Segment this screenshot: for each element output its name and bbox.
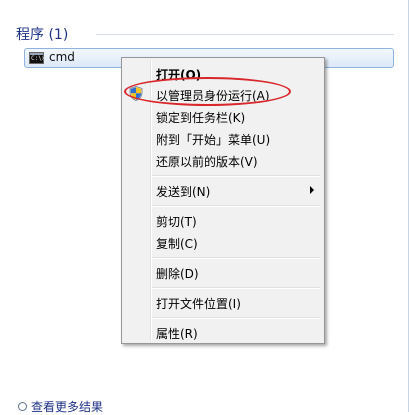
- menu-item-copy[interactable]: 复制(C): [124, 231, 322, 253]
- see-more-results-link[interactable]: 查看更多结果: [18, 398, 103, 415]
- menu-item-send-to[interactable]: 发送到(N): [124, 179, 322, 201]
- submenu-arrow-icon: [310, 186, 314, 194]
- menu-item-pin-to-start-menu[interactable]: 附到「开始」菜单(U): [124, 127, 322, 149]
- menu-item-restore-previous-versions[interactable]: 还原以前的版本(V): [124, 149, 322, 171]
- section-divider: [96, 34, 394, 35]
- search-icon: [18, 402, 27, 411]
- menu-separator: [152, 175, 320, 177]
- menu-item-open-file-location[interactable]: 打开文件位置(I): [124, 291, 322, 313]
- menu-separator: [152, 257, 320, 259]
- menu-separator: [152, 205, 320, 207]
- menu-separator: [152, 287, 320, 289]
- menu-item-properties[interactable]: 属性(R): [124, 321, 322, 343]
- menu-item-cut[interactable]: 剪切(T): [124, 209, 322, 231]
- cmd-icon: C:\>_: [29, 52, 49, 64]
- search-result-label: cmd: [49, 50, 75, 64]
- programs-section-header: 程序 (1): [16, 27, 69, 43]
- menu-separator: [152, 317, 320, 319]
- menu-item-delete[interactable]: 删除(D): [124, 261, 322, 283]
- annotation-highlight-ellipse: [124, 77, 291, 106]
- menu-item-pin-to-taskbar[interactable]: 锁定到任务栏(K): [124, 105, 322, 127]
- see-more-results-label: 查看更多结果: [31, 400, 104, 414]
